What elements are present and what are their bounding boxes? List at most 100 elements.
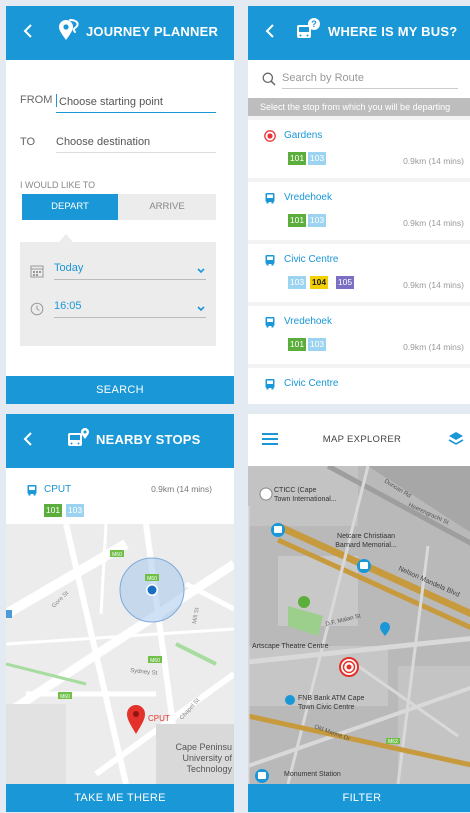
text-caret (56, 94, 57, 107)
route-search-bar: Search by Route (248, 60, 470, 98)
nearby-stops-header: NEARBY STOPS (6, 414, 234, 468)
time-select[interactable]: 16:05 (30, 298, 210, 324)
back-button[interactable] (16, 427, 40, 451)
day-text: Today (54, 262, 84, 274)
route-badge: 101 (288, 338, 306, 351)
search-icon (262, 72, 276, 86)
place-label: Technology (186, 764, 232, 774)
nearby-map[interactable]: M60 M60 M60 M60 Gore St Mill St Sydney S… (6, 524, 234, 784)
place-label: Town Civic Centre (298, 704, 355, 711)
bus-icon (265, 193, 275, 204)
page-title: NEARBY STOPS (96, 432, 201, 447)
explorer-map[interactable]: CTICC (Cape Town International... Duncan… (248, 466, 470, 784)
stop-distance: 0.9km (14 mins) (403, 156, 464, 166)
svg-text:?: ? (311, 19, 317, 29)
stop-distance: 0.9km (14 mins) (151, 484, 212, 494)
departure-hint: Select the stop from which you will be d… (248, 98, 470, 116)
road-badge: M62 (388, 739, 398, 745)
route-badge: 103 (66, 504, 84, 517)
place-label: Netcare Christiaan (337, 533, 395, 540)
page-title: MAP EXPLORER (322, 434, 402, 445)
map-explorer-screen: MAP EXPLORER CTICC (Cape Town Internatio… (248, 414, 470, 812)
day-value: Today (54, 262, 206, 280)
would-like-label: I WOULD LIKE TO (20, 180, 96, 190)
road-badge: M60 (147, 576, 157, 582)
place-label: Cape Peninsu (175, 742, 232, 752)
stop-name: Gardens (284, 130, 323, 141)
calendar-icon (30, 265, 44, 278)
stop-distance: 0.9km (14 mins) (403, 342, 464, 352)
stop-name: Civic Centre (284, 254, 339, 265)
depart-options: Today 16:05 (20, 242, 216, 346)
target-icon (264, 130, 276, 142)
map-explorer-header: MAP EXPLORER (248, 414, 470, 466)
bus-icon (265, 379, 275, 390)
depart-tab[interactable]: DEPART (22, 194, 118, 220)
layers-icon[interactable] (448, 431, 464, 447)
stop-name: Vredehoek (284, 316, 332, 327)
from-input[interactable]: Choose starting point (56, 94, 216, 113)
to-label: TO (20, 136, 36, 148)
pin-label: CPUT (148, 714, 170, 723)
page-title: WHERE IS MY BUS? (328, 24, 458, 39)
bus-question-icon: ? (297, 18, 320, 38)
filter-button[interactable]: FILTER (248, 784, 470, 812)
time-text: 16:05 (54, 300, 82, 312)
time-value: 16:05 (54, 300, 206, 318)
road-badge: M60 (112, 552, 122, 558)
search-button[interactable]: SEARCH (6, 376, 234, 404)
to-input[interactable]: Choose destination (56, 136, 216, 153)
chevron-left-icon (23, 24, 32, 38)
bus-location-icon (68, 428, 89, 446)
chevron-down-icon (197, 268, 205, 274)
bus-icon (265, 317, 275, 328)
stop-card[interactable]: Vredehoek 101 103 0.9km (14 mins) (248, 306, 470, 364)
chevron-down-icon (197, 306, 205, 312)
route-badge: 104 (310, 276, 328, 289)
stop-distance: 0.9km (14 mins) (403, 280, 464, 290)
stop-distance: 0.9km (14 mins) (403, 218, 464, 228)
route-badge: 103 (308, 214, 326, 227)
stop-card[interactable]: Vredehoek 101 103 0.9km (14 mins) (248, 182, 470, 240)
nearby-stops-screen: NEARBY STOPS CPUT 0.9km (14 mins) 101 10… (6, 414, 234, 812)
route-badge: 101 (288, 152, 306, 165)
place-label: Artscape Theatre Centre (252, 643, 329, 650)
road-badge: M60 (150, 658, 160, 664)
route-badge: 103 (308, 152, 326, 165)
arrive-tab[interactable]: ARRIVE (118, 194, 216, 220)
back-button[interactable] (16, 19, 40, 43)
from-label: FROM (20, 94, 53, 106)
where-is-my-bus-header: ? WHERE IS MY BUS? (248, 6, 470, 60)
back-button[interactable] (258, 19, 282, 43)
stop-name: CPUT (44, 484, 72, 495)
place-label: University of (182, 753, 232, 763)
chevron-left-icon (23, 432, 32, 446)
stop-card[interactable]: Civic Centre 103 104 105 0.9km (14 mins) (248, 244, 470, 302)
from-placeholder: Choose starting point (59, 96, 163, 108)
place-label: FNB Bank ATM Cape (298, 695, 365, 702)
stop-name: Civic Centre (284, 378, 339, 389)
bus-icon (265, 255, 275, 266)
road-badge: M60 (60, 694, 70, 700)
where-is-my-bus-screen: ? WHERE IS MY BUS? Search by Route Selec… (248, 6, 470, 404)
route-badge: 103 (288, 276, 306, 289)
route-search-input[interactable]: Search by Route (282, 72, 458, 89)
route-badge: 105 (336, 276, 354, 289)
clock-icon (30, 302, 44, 316)
take-me-there-button[interactable]: TAKE ME THERE (6, 784, 234, 812)
stop-card[interactable]: Gardens 101 103 0.9km (14 mins) (248, 120, 470, 178)
day-select[interactable]: Today (30, 260, 210, 286)
stop-card[interactable]: Civic Centre (248, 368, 470, 404)
place-label: Town International... (274, 496, 337, 503)
journey-planner-header: JOURNEY PLANNER (6, 6, 234, 60)
nearest-stop-card[interactable]: CPUT 0.9km (14 mins) 101 103 (6, 468, 234, 524)
journey-planner-screen: JOURNEY PLANNER FROM Choose starting poi… (6, 6, 234, 404)
route-badge: 101 (288, 214, 306, 227)
bus-icon (27, 485, 37, 496)
stop-name: Vredehoek (284, 192, 332, 203)
route-pin-icon (59, 19, 79, 40)
place-label: Barnard Memorial... (335, 542, 397, 549)
page-title: JOURNEY PLANNER (86, 24, 219, 39)
route-badge: 103 (308, 338, 326, 351)
chevron-left-icon (265, 24, 274, 38)
